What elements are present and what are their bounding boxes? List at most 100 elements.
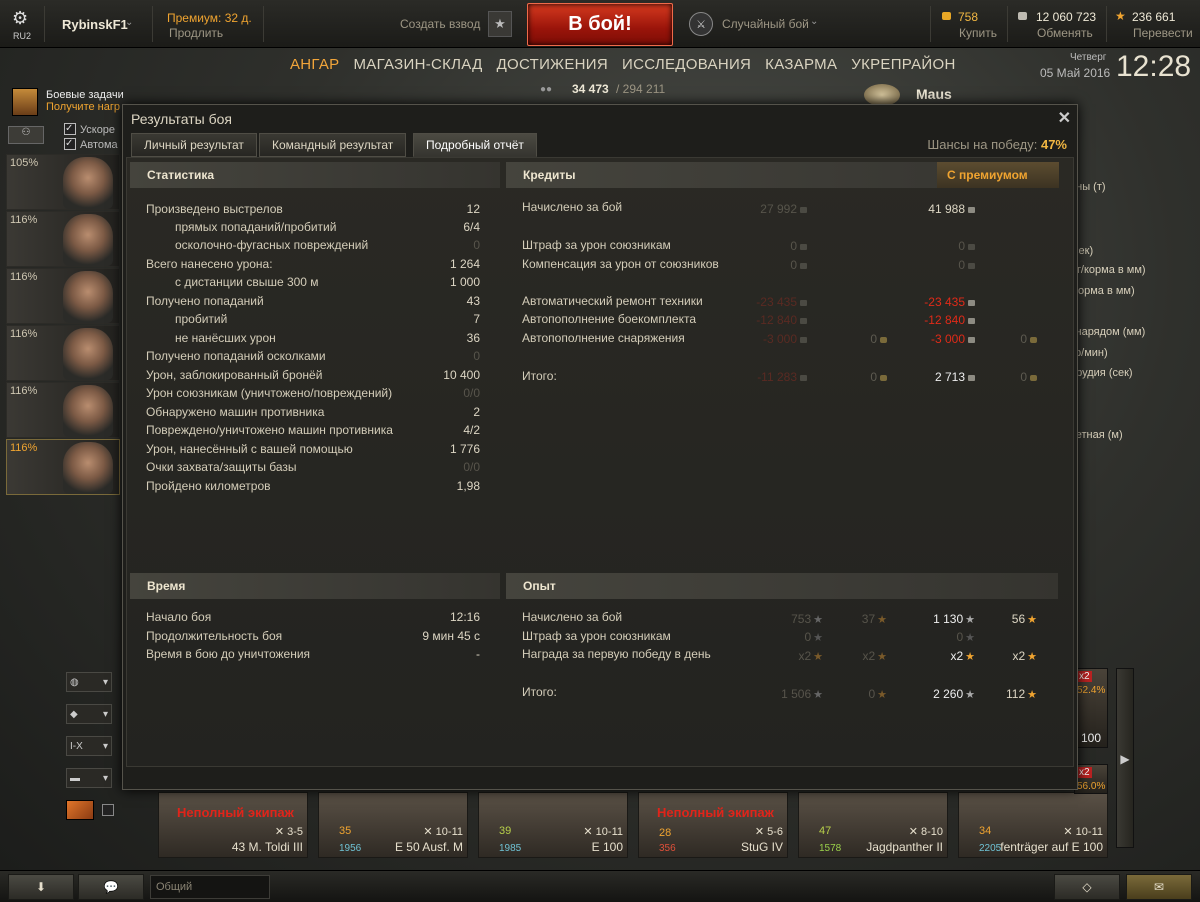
tank-count: 28	[659, 827, 672, 839]
credit-base-gold: 0	[827, 370, 887, 384]
xp-premium: 1 130 ★	[933, 612, 975, 626]
premium-extend-link[interactable]: Продлить	[169, 26, 223, 40]
chat-icon[interactable]: 💬	[78, 874, 144, 900]
username[interactable]: RybinskF1	[62, 17, 128, 32]
credit-base: 0	[727, 258, 807, 272]
xp-multiplier-badge: x2	[1077, 671, 1092, 682]
stat-value: 6/4	[463, 220, 480, 234]
tank-slot[interactable]: 47 ✕ 8-10 1578 Jagdpanther II	[798, 792, 948, 858]
class-filter[interactable]: ◆ ▾	[66, 704, 112, 724]
tank-slot[interactable]: 35 ✕ 10-11 1956 E 50 Ausf. M	[318, 792, 468, 858]
tank-slot[interactable]: Неполный экипаж ✕ 3-5 43 M. Toldi III	[158, 792, 308, 858]
credit-premium-gold: 0	[977, 332, 1037, 346]
stat-label: пробитий	[175, 312, 228, 326]
tank-slot[interactable]: 34 ✕ 10-11 2205 fenträger auf E 100	[958, 792, 1108, 858]
crew-filter-icon[interactable]: ⚇	[8, 126, 44, 144]
nav-achievements[interactable]: ДОСТИЖЕНИЯ	[497, 56, 608, 73]
contacts-icon[interactable]: ◇	[1054, 874, 1120, 900]
crew-portrait	[63, 328, 113, 380]
checkbox-auto[interactable]: ✓	[64, 138, 76, 150]
nav-shop[interactable]: МАГАЗИН-СКЛАД	[353, 56, 482, 73]
credits-icon	[968, 243, 975, 250]
stat-label: Очки захвата/защиты базы	[146, 460, 297, 474]
bottom-bar: ⬇ 💬 Общий ◇ ✉	[0, 870, 1200, 902]
crew-member[interactable]: 116%	[6, 268, 120, 324]
settings-gear-icon[interactable]: ⚙	[12, 8, 32, 28]
checkbox-accelerate[interactable]: ✓	[64, 123, 76, 135]
nav-hangar[interactable]: АНГАР	[290, 56, 339, 73]
crew-member[interactable]: 116%	[6, 325, 120, 381]
xp-star-icon: ★	[813, 651, 823, 663]
checkbox-accelerate-label: Ускоре	[80, 124, 116, 136]
credit-base-gold: 0	[827, 332, 887, 346]
create-platoon-button[interactable]: Создать взвод	[400, 17, 480, 31]
crew-member[interactable]: 105%	[6, 154, 120, 210]
free-xp-star-icon: ★	[1027, 651, 1037, 663]
xp-premium-free: 112 ★	[1005, 687, 1037, 701]
credits-icon	[800, 317, 807, 324]
tier-range: ✕ 10-11	[1063, 826, 1103, 838]
crew-member[interactable]: 116%	[6, 382, 120, 438]
battle-mode-icon[interactable]: ⚔	[689, 12, 713, 36]
type-filter[interactable]: ▬ ▾	[66, 768, 112, 788]
credit-base: 27 992	[727, 202, 807, 216]
tank-slot-edge[interactable]: x2 52.4% 100	[1074, 668, 1108, 748]
credits-icon	[800, 243, 807, 250]
xp-star-icon: ★	[813, 689, 823, 701]
nation-filter[interactable]: ◍ ▾	[66, 672, 112, 692]
buy-gold-link[interactable]: Купить	[959, 26, 997, 40]
tank-slot[interactable]: Неполный экипаж 28 ✕ 5-6 356 StuG IV	[638, 792, 788, 858]
time-label: Продолжительность боя	[146, 629, 283, 643]
crew-member[interactable]: 116%	[6, 439, 120, 495]
free-xp-star-icon: ★	[1027, 689, 1037, 701]
nav-research[interactable]: ИССЛЕДОВАНИЯ	[622, 56, 751, 73]
tank-slot[interactable]: 39 ✕ 10-11 1985 E 100	[478, 792, 628, 858]
tank-slot-edge[interactable]: x2 56.0%	[1074, 764, 1108, 794]
xp-star-icon: ★	[965, 651, 975, 663]
missions-icon[interactable]	[12, 88, 38, 116]
platoon-star-icon[interactable]: ★	[488, 11, 512, 37]
tank-name: Jagdpanther II	[866, 840, 943, 854]
tab-personal-result[interactable]: Личный результат	[131, 133, 257, 157]
credits-icon	[968, 336, 975, 343]
credits-icon	[800, 336, 807, 343]
stat-label: Пройдено километров	[146, 479, 271, 493]
xp-base: 753 ★	[791, 612, 823, 626]
tab-team-result[interactable]: Командный результат	[259, 133, 407, 157]
stat-label: Получено попаданий	[146, 294, 264, 308]
crew-member[interactable]: 116%	[6, 211, 120, 267]
filter-checkbox[interactable]	[102, 804, 114, 816]
battle-mode-select[interactable]: Случайный бой	[722, 17, 809, 31]
nav-stronghold[interactable]: УКРЕПРАЙОН	[851, 56, 955, 73]
chat-channel-input[interactable]: Общий	[150, 875, 270, 899]
convert-xp-link[interactable]: Перевести	[1133, 26, 1193, 40]
notifications-icon[interactable]: ✉	[1126, 874, 1192, 900]
tank-count: 34	[979, 825, 992, 837]
credits-icon	[968, 317, 975, 324]
xp-label: Итого:	[522, 685, 557, 699]
download-arrow-icon[interactable]: ⬇	[8, 874, 74, 900]
tank-name: E 100	[591, 840, 623, 854]
chevron-down-icon[interactable]: ⌄	[810, 16, 818, 27]
stat-value: 1 776	[449, 442, 480, 456]
carousel-scroll-right-button[interactable]: ▶	[1116, 668, 1134, 848]
battle-button[interactable]: В бой!	[527, 3, 673, 46]
tier-filter[interactable]: I-X ▾	[66, 736, 112, 756]
win-rate: 56.0%	[1077, 781, 1106, 792]
battles-count: 1956	[339, 843, 362, 854]
missions-title[interactable]: Боевые задачи	[46, 89, 124, 101]
stat-value: 4/2	[463, 423, 480, 437]
xp-label: Начислено за бой	[522, 610, 623, 624]
exchange-link[interactable]: Обменять	[1037, 26, 1093, 40]
incomplete-crew-warning: Неполный экипаж	[177, 805, 294, 820]
credit-premium: 0	[887, 258, 975, 272]
chevron-down-icon[interactable]: ⌄	[125, 17, 133, 28]
tab-detailed-report[interactable]: Подробный отчёт	[413, 133, 537, 157]
credit-premium: -23 435	[887, 295, 975, 309]
nav-barracks[interactable]: КАЗАРМА	[765, 56, 837, 73]
close-icon[interactable]: ✕	[1058, 108, 1071, 128]
camo-filter-icon[interactable]	[66, 800, 94, 820]
stat-value: 7	[473, 312, 480, 326]
xp-base-free: 0 ★	[868, 687, 887, 701]
credits-icon	[800, 299, 807, 306]
